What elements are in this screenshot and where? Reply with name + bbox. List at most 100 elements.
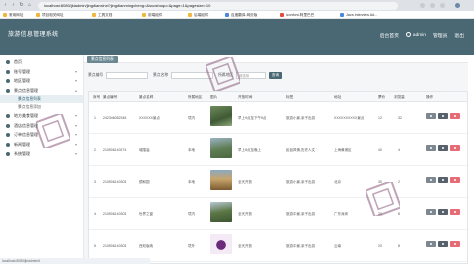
cell-name: 颐和园 <box>139 180 150 184</box>
cell-code: 210506140303 <box>103 212 127 216</box>
forward-icon[interactable]: › <box>11 3 16 8</box>
bookmark-item[interactable]: 后端组件 <box>188 12 208 18</box>
edit-button[interactable] <box>438 177 448 183</box>
cell-hours: 全天开放 <box>238 244 252 248</box>
cell-price: 12 <box>378 116 382 120</box>
order-icon <box>6 133 10 137</box>
col-name: 景点名称 <box>139 95 154 99</box>
search-button[interactable]: 查询 <box>269 71 282 79</box>
cell-area: 境内 <box>188 116 195 120</box>
cell-index: 5 <box>94 244 96 248</box>
view-button[interactable] <box>426 177 436 183</box>
sidebar-item-scenic[interactable]: 景点信息管理 ▴ <box>0 86 83 96</box>
cell-name: XXXXXX景点 <box>139 116 161 120</box>
cell-index: 4 <box>94 212 96 216</box>
home-link[interactable]: 后台首页 <box>380 32 399 39</box>
bookmark-item[interactable]: iconfont-阿里巴巴 <box>280 12 314 18</box>
edit-button[interactable] <box>438 241 448 247</box>
status-bar: localhost:8080/jkiadmin/# <box>0 258 150 264</box>
sidebar-item-system[interactable]: 系统管理 ▾ <box>0 149 83 159</box>
delete-button[interactable] <box>450 209 460 215</box>
table-row: 4 210506140303 世界之窗 境内 全天开放 旅游中景,亲子出游 广东… <box>89 198 467 230</box>
extension-icon[interactable] <box>440 2 445 8</box>
cell-views: 4 <box>398 148 400 152</box>
edit-button[interactable] <box>438 113 448 119</box>
bookmark-item[interactable]: 常用网址 <box>3 12 23 18</box>
delete-button[interactable] <box>450 113 460 119</box>
view-button[interactable] <box>426 209 436 215</box>
address-bar[interactable]: localhost:8080/jkiadmin/jingdianxinxi?ji… <box>38 1 398 10</box>
cell-price: 20 <box>378 244 382 248</box>
cell-hours: 早上9点至下午5点 <box>238 116 267 120</box>
col-image: 图片 <box>210 95 218 99</box>
chevron-down-icon: ▾ <box>74 78 77 83</box>
delete-button[interactable] <box>450 145 460 151</box>
view-button[interactable] <box>426 241 436 247</box>
header-nav: 后台首页 admin 管理员 退出 <box>380 31 464 39</box>
browser-toolbar: ‹ › ↻ ⌂ localhost:8080/jkiadmin/jingdian… <box>0 0 474 11</box>
mountain-icon <box>6 88 10 93</box>
sidebar: 首页 账号管理 ▾ 地区管理 ▾ 景点信息管理 ▴ 景点信息列表 景点信息添加 地方美… <box>0 55 84 264</box>
edit-button[interactable] <box>438 209 448 215</box>
extension-icon[interactable] <box>430 2 435 8</box>
edit-button[interactable] <box>438 145 448 151</box>
col-actions: 操作 <box>426 95 434 99</box>
chevron-up-icon: ▴ <box>74 87 77 93</box>
watermark-logo <box>36 114 70 148</box>
bookmark-item[interactable]: 前端组件 <box>142 12 162 18</box>
bookmark-item[interactable]: 百度翻译-网页版 <box>225 12 257 18</box>
sidebar-item-accounts[interactable]: 账号管理 ▾ <box>0 67 83 77</box>
watermark-logo <box>206 57 240 91</box>
cell-area: 本地 <box>188 180 195 184</box>
logout-link[interactable]: 退出 <box>454 32 464 39</box>
username: admin <box>412 33 426 38</box>
col-hours: 开放时间 <box>238 95 253 99</box>
cell-tags: 旅游小景,亲子出游 <box>286 180 315 184</box>
cell-hours: 早上8点至晚上 <box>238 148 261 152</box>
bookmark-item[interactable]: Java Interview Ad... <box>340 12 377 18</box>
col-index: 序号 <box>93 95 101 99</box>
reload-icon[interactable]: ↻ <box>19 3 24 8</box>
view-button[interactable] <box>426 113 436 119</box>
scenic-table: 序号 景点编号 景点名称 所属地区 图片 开放时间 标签 地址 票价 浏览量 操… <box>88 91 468 264</box>
bookmark-item[interactable]: 项目相关网址 <box>36 12 64 18</box>
extension-icon[interactable] <box>420 2 425 8</box>
cell-area: 境内 <box>188 212 195 216</box>
home-icon[interactable]: ⌂ <box>27 3 32 8</box>
chevron-down-icon: ▾ <box>74 141 77 147</box>
chevron-down-icon: ▾ <box>74 151 77 156</box>
back-icon[interactable]: ‹ <box>3 3 8 8</box>
app-header: 旅游信息管理系统 后台首页 admin 管理员 退出 <box>0 19 474 55</box>
col-views: 浏览量 <box>394 95 405 99</box>
watermark-logo <box>366 182 400 216</box>
cell-code: 210506140303 <box>103 180 127 184</box>
sidebar-item-regions[interactable]: 地区管理 ▾ <box>0 76 83 86</box>
area-select[interactable]: 请选择 <box>236 71 266 79</box>
news-icon <box>6 142 10 147</box>
code-input[interactable] <box>106 71 148 79</box>
user-icon <box>6 69 10 74</box>
search-form: 景点编号 景点名称 所属地区 请选择 查询 <box>84 70 468 82</box>
delete-button[interactable] <box>450 177 460 183</box>
cell-views: 32 <box>398 116 402 120</box>
cell-code: 242346082345 <box>103 116 127 120</box>
chevron-down-icon: ▾ <box>74 132 77 137</box>
scenic-thumbnail <box>210 138 232 158</box>
app-title: 旅游信息管理系统 <box>8 32 59 38</box>
map-icon <box>6 79 10 83</box>
sidebar-sub-scenic-add[interactable]: 景点信息添加 <box>0 103 83 111</box>
cell-index: 3 <box>94 180 96 184</box>
cell-hours: 全天开放 <box>238 212 252 216</box>
chevron-down-icon: ▾ <box>74 122 77 128</box>
main-content: 景点信息列表 景点编号 景点名称 所属地区 请选择 查询 序号 景点编号 景点名… <box>84 55 468 264</box>
view-button[interactable] <box>426 145 436 151</box>
cell-code: 210506140274 <box>103 148 127 152</box>
cell-address: 云南 <box>334 244 341 248</box>
scenic-thumbnail <box>210 202 232 222</box>
tab-scenic-list[interactable]: 景点信息列表 <box>87 56 118 63</box>
bookmark-item[interactable]: 工具文档 <box>92 12 112 18</box>
delete-button[interactable] <box>450 241 460 247</box>
profile-avatar[interactable] <box>455 2 460 8</box>
sidebar-item-home[interactable]: 首页 <box>0 57 83 67</box>
sidebar-sub-scenic-list[interactable]: 景点信息列表 <box>0 95 83 103</box>
